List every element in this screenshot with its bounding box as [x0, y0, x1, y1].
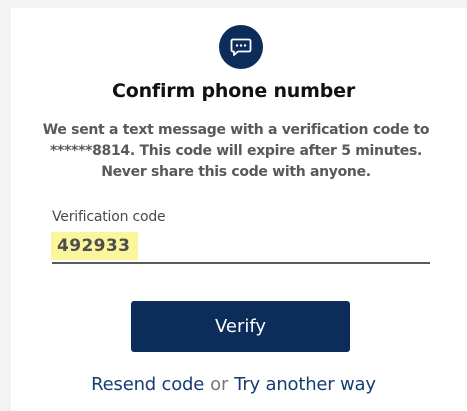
- verification-code-input[interactable]: 492933: [51, 232, 139, 260]
- message-line: Never share this code with anyone.: [101, 164, 371, 180]
- alternate-actions: Resend code or Try another way: [0, 374, 467, 395]
- or-separator: or: [210, 374, 229, 395]
- verification-code-label: Verification code: [52, 209, 166, 225]
- message-line: ******8814. This code will expire after …: [49, 143, 423, 159]
- input-underline: [52, 262, 430, 264]
- resend-code-link[interactable]: Resend code: [91, 374, 204, 395]
- instruction-message: We sent a text message with a verificati…: [40, 120, 432, 183]
- try-another-way-link[interactable]: Try another way: [234, 374, 376, 395]
- chat-bubble-icon: [219, 25, 263, 69]
- verify-button[interactable]: Verify: [131, 301, 350, 352]
- message-line: We sent a text message with a verificati…: [42, 122, 430, 138]
- page-title: Confirm phone number: [111, 80, 355, 102]
